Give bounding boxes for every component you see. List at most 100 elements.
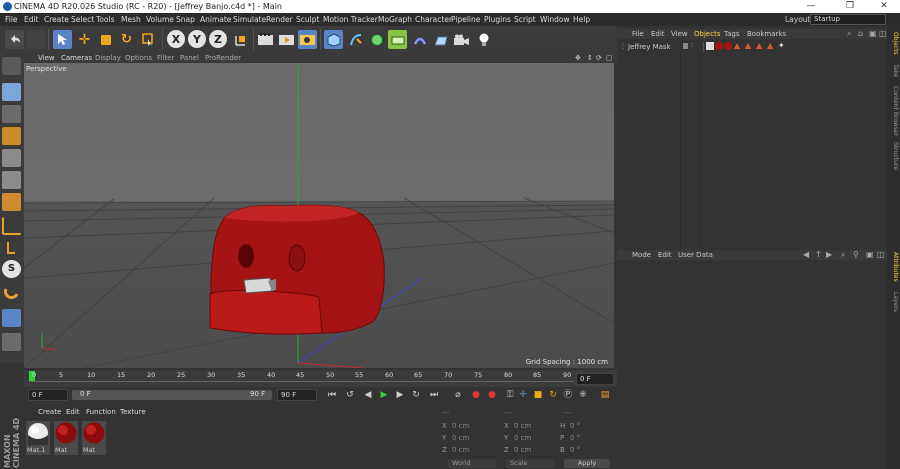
- menu-edit[interactable]: Edit: [24, 15, 39, 24]
- attributes-search-icon[interactable]: ⌕: [841, 250, 845, 260]
- next-key-icon[interactable]: ↻: [410, 390, 422, 401]
- layer-icon[interactable]: [683, 43, 688, 49]
- x-axis-lock-button[interactable]: X: [167, 30, 185, 48]
- pen-spline-icon[interactable]: [346, 30, 365, 49]
- minimize-button[interactable]: —: [797, 1, 825, 12]
- attributes-new-icon[interactable]: ▣: [866, 250, 874, 259]
- next-frame-icon[interactable]: ▶: [394, 390, 406, 401]
- close-button[interactable]: ✕: [870, 1, 898, 12]
- attributes-expand-icon[interactable]: ◫: [877, 250, 885, 259]
- tweak-mode-icon[interactable]: [2, 239, 21, 257]
- object-menu-edit[interactable]: Edit: [651, 30, 665, 38]
- polygons-mode-icon[interactable]: [2, 193, 21, 211]
- go-to-start-icon[interactable]: ⏮: [326, 390, 338, 401]
- object-lock-icon[interactable]: ▣: [869, 29, 877, 38]
- size-y-field[interactable]: 0 cm: [514, 434, 562, 442]
- cube-primitive-icon[interactable]: [324, 30, 343, 49]
- attributes-menu-edit[interactable]: Edit: [658, 251, 672, 259]
- menu-motion-tracker[interactable]: Motion Tracker: [323, 15, 378, 24]
- viewport-menu-panel[interactable]: Panel: [180, 54, 199, 62]
- menu-tools[interactable]: Tools: [96, 15, 114, 24]
- redo-icon[interactable]: [26, 30, 45, 49]
- scale-key-icon[interactable]: ■: [532, 390, 544, 401]
- texture-tag-icon[interactable]: [706, 42, 714, 50]
- object-row-jeffrey-mask[interactable]: ⫶ Jeffrey Mask ⁝ ▲ ▲ ▲ ▲ ✦: [620, 41, 880, 52]
- material-tag-icon[interactable]: [715, 42, 723, 50]
- model-mode-icon[interactable]: [2, 83, 21, 101]
- texture-mode-icon[interactable]: [2, 105, 21, 123]
- viewport-menu-view[interactable]: View: [38, 54, 55, 62]
- object-home-icon[interactable]: ⌂: [858, 29, 863, 38]
- lock-workplane-icon[interactable]: [2, 309, 21, 327]
- visibility-dots-icon[interactable]: ⁝: [691, 42, 693, 49]
- timeline-ruler[interactable]: 0 5 10 15 20 25 30 35 40 45 50 55 60 65 …: [24, 370, 617, 387]
- menu-create[interactable]: Create: [44, 15, 69, 24]
- material-tag-icon[interactable]: [724, 42, 732, 50]
- object-search-icon[interactable]: ⌕: [847, 29, 851, 39]
- position-y-field[interactable]: 0 cm: [452, 434, 500, 442]
- record-active-icon[interactable]: ●: [470, 390, 482, 401]
- jeffrey-mask-model[interactable]: [209, 204, 385, 335]
- selection-tag-icon[interactable]: ▲: [734, 41, 740, 50]
- recent-tools-icon[interactable]: [139, 30, 158, 49]
- size-x-field[interactable]: 0 cm: [514, 422, 562, 430]
- point-level-key-icon[interactable]: ⁜: [577, 390, 589, 401]
- viewport-rotate-icon[interactable]: ⟳: [596, 54, 602, 62]
- menu-help[interactable]: Help: [573, 15, 590, 24]
- menu-mesh[interactable]: Mesh: [121, 15, 141, 24]
- restore-button[interactable]: ❐: [836, 1, 864, 12]
- parameter-key-icon[interactable]: Ⓟ: [562, 390, 574, 401]
- axis-mode-icon[interactable]: [2, 217, 21, 235]
- layout-select[interactable]: Startup: [810, 14, 886, 25]
- keyframe-selection-icon[interactable]: ⚿: [504, 390, 516, 401]
- attributes-menu-user-data[interactable]: User Data: [678, 251, 713, 259]
- menu-character[interactable]: Character: [415, 15, 452, 24]
- menu-window[interactable]: Window: [540, 15, 570, 24]
- autokeying-icon[interactable]: ●: [486, 390, 498, 401]
- object-menu-tags[interactable]: Tags: [724, 30, 740, 38]
- material-menu-edit[interactable]: Edit: [66, 408, 80, 416]
- material-slot[interactable]: Mat.1: [26, 421, 50, 455]
- menu-pipeline[interactable]: Pipeline: [451, 15, 480, 24]
- object-name[interactable]: Jeffrey Mask: [628, 43, 671, 51]
- points-mode-icon[interactable]: [2, 149, 21, 167]
- material-slot[interactable]: Mat: [82, 421, 106, 455]
- size-z-field[interactable]: 0 cm: [514, 446, 562, 454]
- object-menu-bookmarks[interactable]: Bookmarks: [747, 30, 786, 38]
- phong-tag-icon[interactable]: ✦: [778, 41, 785, 50]
- menu-script[interactable]: Script: [514, 15, 536, 24]
- render-view-icon[interactable]: [256, 30, 275, 49]
- position-x-field[interactable]: 0 cm: [452, 422, 500, 430]
- attributes-back-icon[interactable]: ◀: [803, 250, 809, 259]
- start-frame-field[interactable]: 0 F: [28, 389, 68, 401]
- rotate-icon[interactable]: ↻: [117, 30, 136, 49]
- material-slot[interactable]: Mat: [54, 421, 78, 455]
- tab-content-browser[interactable]: Content Browser: [888, 86, 899, 136]
- attributes-lock-icon[interactable]: ⚲: [853, 250, 859, 259]
- floor-icon[interactable]: [431, 30, 450, 49]
- tab-layers[interactable]: Layers: [888, 292, 899, 312]
- rotation-p-field[interactable]: 0 °: [570, 434, 614, 442]
- go-to-end-icon[interactable]: ⏭: [428, 390, 440, 401]
- deformer-icon[interactable]: [410, 30, 429, 49]
- material-menu-texture[interactable]: Texture: [120, 408, 146, 416]
- end-frame-field[interactable]: 90 F: [277, 389, 317, 401]
- tab-structure[interactable]: Structure: [888, 142, 899, 170]
- menu-snap[interactable]: Snap: [176, 15, 195, 24]
- subdivision-surface-icon[interactable]: [367, 30, 386, 49]
- position-key-icon[interactable]: ✛: [517, 390, 529, 401]
- undo-icon[interactable]: [5, 30, 24, 49]
- material-menu-create[interactable]: Create: [38, 408, 61, 416]
- viewport-menu-filter[interactable]: Filter: [157, 54, 174, 62]
- selection-tag-icon[interactable]: ▲: [767, 41, 773, 50]
- object-menu-file[interactable]: File: [632, 30, 644, 38]
- viewport-zoom-icon[interactable]: ↕: [587, 54, 593, 62]
- rotation-key-icon[interactable]: ↻: [547, 390, 559, 401]
- viewport-toggle-icon[interactable]: ▢: [606, 54, 613, 62]
- menu-file[interactable]: File: [5, 15, 18, 24]
- object-menu-view[interactable]: View: [671, 30, 688, 38]
- object-menu-objects[interactable]: Objects: [694, 30, 720, 38]
- key-mode-icon[interactable]: ⌀: [452, 390, 464, 401]
- object-expand-icon[interactable]: ◫: [879, 29, 887, 38]
- material-menu-function[interactable]: Function: [86, 408, 116, 416]
